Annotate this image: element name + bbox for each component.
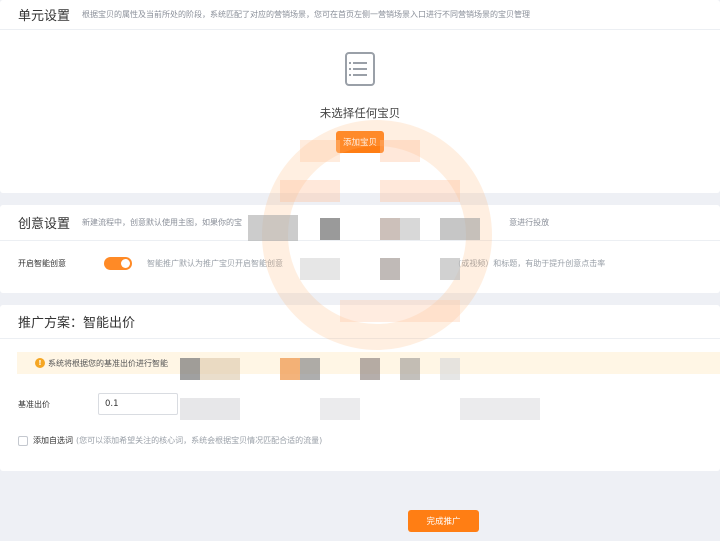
base-bid-row: 基准出价 [18, 393, 178, 415]
unit-settings-subtitle: 根据宝贝的属性及当前所处的阶段，系统匹配了对应的营销场景，您可在首页左侧一营销场… [82, 10, 531, 19]
smart-creative-toggle[interactable] [104, 257, 132, 270]
creative-subtitle-left: 新建流程中，创意默认使用主图，如果你的宝 [82, 218, 243, 227]
promotion-plan-card: 推广方案：智能出价 ! 系统将根据您的基准出价进行智能 基准出价 添加自选词 (… [0, 305, 720, 471]
creative-settings-title: 创意设置 [18, 217, 71, 232]
promotion-plan-title: 推广方案：智能出价 [18, 316, 136, 331]
smart-desc-left: 智能推广默认为推广宝贝开启智能创意 [147, 259, 283, 268]
unit-settings-card: 单元设置 根据宝贝的属性及当前所处的阶段，系统匹配了对应的营销场景，您可在首页左… [0, 0, 720, 193]
base-bid-input[interactable] [98, 393, 178, 415]
creative-subtitle-right: 意进行投放 [509, 218, 550, 227]
smart-creative-row: 开启智能创意 智能推广默认为推广宝贝开启智能创意 (或视频）和标题，有助于提升创… [18, 257, 720, 270]
bid-notice-bar: ! 系统将根据您的基准出价进行智能 [17, 352, 720, 374]
empty-state: 未选择任何宝贝 添加宝贝 [0, 52, 720, 153]
smart-desc-right: (或视频）和标题，有助于提升创意点击率 [458, 259, 606, 268]
list-document-icon [345, 52, 375, 86]
add-item-button[interactable]: 添加宝贝 [336, 131, 384, 153]
creative-settings-card: 创意设置 新建流程中，创意默认使用主图，如果你的宝 意进行投放 开启智能创意 智… [0, 205, 720, 293]
unit-settings-header: 单元设置 根据宝贝的属性及当前所处的阶段，系统匹配了对应的营销场景，您可在首页左… [0, 0, 720, 30]
empty-state-text: 未选择任何宝贝 [319, 106, 401, 120]
creative-settings-header: 创意设置 新建流程中，创意默认使用主图，如果你的宝 意进行投放 [0, 205, 720, 241]
creative-settings-subtitle: 新建流程中，创意默认使用主图，如果你的宝 意进行投放 [82, 217, 549, 228]
custom-keyword-hint: (您可以添加希望关注的核心词，系统会根据宝贝情况匹配合适的流量) [76, 436, 323, 445]
info-icon: ! [35, 358, 45, 368]
base-bid-label: 基准出价 [18, 399, 50, 409]
smart-creative-label: 开启智能创意 [18, 259, 66, 268]
smart-creative-desc: 智能推广默认为推广宝贝开启智能创意 (或视频）和标题，有助于提升创意点击率 [147, 258, 605, 269]
custom-keyword-checkbox[interactable] [18, 435, 28, 446]
custom-keyword-row: 添加自选词 (您可以添加希望关注的核心词，系统会根据宝贝情况匹配合适的流量) [18, 435, 322, 446]
finish-promotion-button[interactable]: 完成推广 [408, 510, 479, 532]
bid-notice-text: 系统将根据您的基准出价进行智能 [48, 358, 168, 368]
unit-settings-title: 单元设置 [18, 9, 71, 24]
promotion-plan-header: 推广方案：智能出价 [0, 305, 720, 339]
custom-keyword-label[interactable]: 添加自选词 [33, 435, 73, 446]
